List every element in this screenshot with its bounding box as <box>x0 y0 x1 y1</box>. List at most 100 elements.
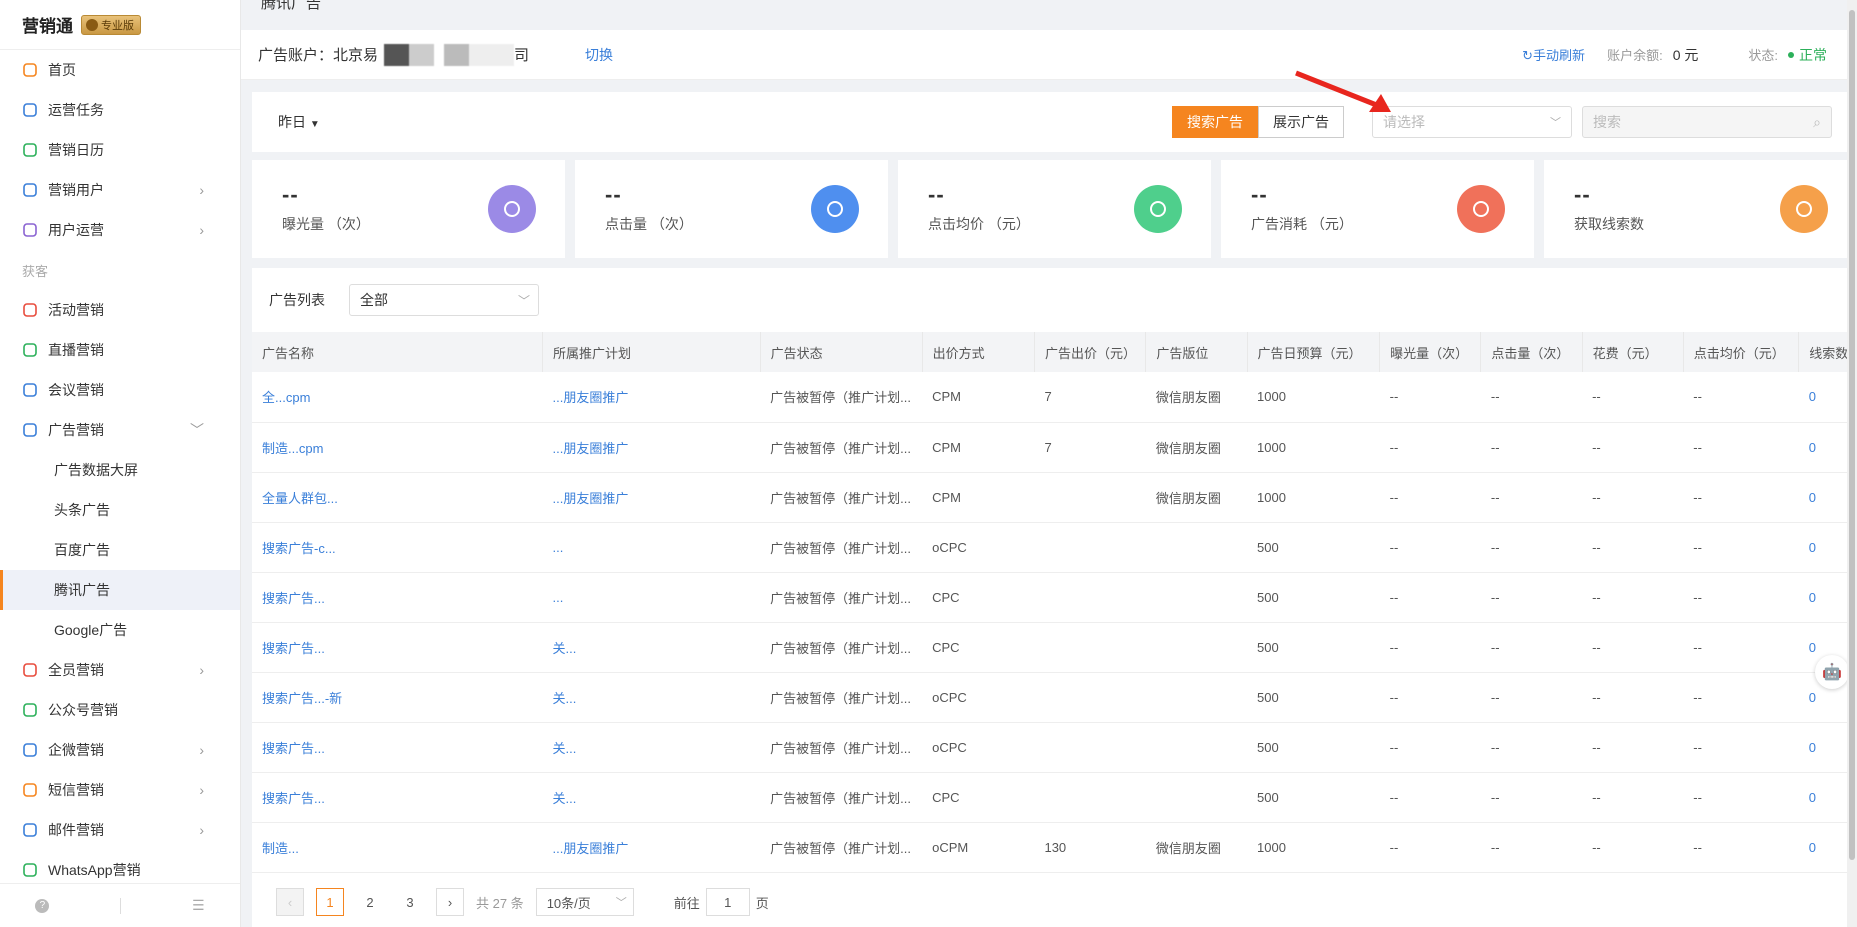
assistant-robot-icon[interactable]: 🤖 <box>1815 655 1849 689</box>
page-1[interactable]: 1 <box>316 888 344 916</box>
column-header: 广告版位 <box>1145 332 1248 372</box>
stats-row: -- 曝光量 （次） -- 点击量 （次） -- 点击均价 （元） -- 广告消耗 （元） --… <box>252 160 1857 258</box>
plan-link[interactable]: 关... <box>542 672 761 723</box>
sidebar-item[interactable]: 公众号营销 <box>0 690 240 730</box>
sidebar-subitem[interactable]: 百度广告 <box>0 530 240 570</box>
table-cell <box>1034 672 1146 723</box>
page-unit-label: 页 <box>755 895 769 911</box>
sidebar-item[interactable]: 全员营销 › <box>0 650 240 690</box>
sidebar-subitem[interactable]: 广告数据大屏 <box>0 450 240 490</box>
table-cell: -- <box>1379 422 1481 473</box>
ad-name-link[interactable]: 搜索广告... <box>252 772 543 823</box>
click-icon <box>811 185 859 233</box>
status-value: 正常 <box>1799 46 1827 63</box>
page-3[interactable]: 3 <box>396 888 424 916</box>
table-cell: -- <box>1480 772 1583 823</box>
ad-name-link[interactable]: 搜索广告... <box>252 572 543 623</box>
sidebar-item[interactable]: 直播营销 <box>0 330 240 370</box>
wecom-icon <box>22 742 38 758</box>
table-cell: -- <box>1683 372 1799 423</box>
sidebar-item-label: 营销用户 <box>48 182 104 198</box>
plan-link[interactable]: ...朋友圈推广 <box>542 822 761 873</box>
page-2[interactable]: 2 <box>356 888 384 916</box>
live-icon <box>22 342 38 358</box>
scrollbar-thumb[interactable] <box>1849 10 1855 860</box>
sidebar-nav: 首页 运营任务 营销日历 营销用户 › 用户运营 › 获客 活动营销 直播营销 会议营销 广告营销 ﹀ 广… <box>0 50 240 890</box>
brand: 营销通 专业版 <box>0 0 240 50</box>
plan-link[interactable]: ...朋友圈推广 <box>542 472 761 523</box>
stat-card: -- 点击量 （次） <box>575 160 888 258</box>
next-page-button[interactable]: › <box>436 888 464 916</box>
sidebar-item[interactable]: 广告营销 ﹀ <box>0 410 240 450</box>
goto-page-input[interactable]: 1 <box>705 888 750 916</box>
ad-name-link[interactable]: 搜索广告-c... <box>252 522 543 573</box>
plan-link[interactable]: ...朋友圈推广 <box>542 372 761 423</box>
table-cell <box>1034 472 1146 523</box>
plan-link[interactable]: ... <box>542 572 761 623</box>
table-row: 搜索广告... 关... 广告被暂停（推广计划... oCPC 500 -- -- -- -- 0 <box>252 722 1857 773</box>
sidebar-item-label: 邮件营销 <box>48 822 104 838</box>
plan-select[interactable]: 请选择 ﹀ <box>1372 106 1572 138</box>
plan-link[interactable]: ...朋友圈推广 <box>542 422 761 473</box>
page-scrollbar[interactable] <box>1847 0 1857 927</box>
sidebar-item[interactable]: 首页 <box>0 50 240 90</box>
calendar-icon <box>22 142 38 158</box>
sidebar-subitem[interactable]: 头条广告 <box>0 490 240 530</box>
tab-search-ads[interactable]: 搜索广告 <box>1172 106 1258 138</box>
plan-link[interactable]: 关... <box>542 722 761 773</box>
sidebar-item[interactable]: 用户运营 › <box>0 210 240 250</box>
sidebar-item[interactable]: 运营任务 <box>0 90 240 130</box>
help-icon[interactable]: ? <box>35 898 50 913</box>
ad-name-link[interactable]: 搜索广告... <box>252 622 543 673</box>
prev-page-button[interactable]: ‹ <box>276 888 304 916</box>
table-cell: -- <box>1683 572 1799 623</box>
page-size-select[interactable]: 10条/页 ﹀ <box>535 888 634 916</box>
table-cell: -- <box>1582 672 1684 723</box>
table-cell: CPC <box>922 772 1035 823</box>
ad-name-link[interactable]: 搜索广告... <box>252 722 543 773</box>
table-cell: CPM <box>922 372 1035 423</box>
table-row: 搜索广告...... 广告被暂停（推广计划... CPC 500 -- -- -- -- 0 <box>252 572 1857 623</box>
table-row: 全...cpm ...朋友圈推广 广告被暂停（推广计划... CPM 7 微信朋友圈 100… <box>252 372 1857 423</box>
date-dropdown[interactable]: 昨日 ▼ <box>278 112 320 132</box>
plan-link[interactable]: ... <box>542 522 761 573</box>
main-area: 腾讯广告 广告账户：北京易 司 切换 ↻手动刷新 账户余额: 0 元 状态: 正… <box>241 0 1857 927</box>
table-cell: 微信朋友圈 <box>1145 472 1248 523</box>
ad-list-title: 广告列表 <box>269 292 325 308</box>
ad-name-link[interactable]: 制造... <box>252 822 543 873</box>
sidebar-subitem[interactable]: 腾讯广告 <box>0 570 240 610</box>
ad-name-link[interactable]: 搜索广告...-新 <box>252 672 543 723</box>
search-input[interactable]: 搜索 ⌕ <box>1582 106 1832 138</box>
chevron-right-icon: › <box>199 222 204 238</box>
plan-link[interactable]: 关... <box>542 622 761 673</box>
ad-list-filter[interactable]: 全部 ﹀ <box>349 284 539 316</box>
table-cell: -- <box>1480 522 1583 573</box>
sidebar-item[interactable]: 营销日历 <box>0 130 240 170</box>
column-header: 广告出价（元） <box>1034 332 1147 372</box>
manual-refresh-button[interactable]: ↻手动刷新 <box>1522 45 1585 64</box>
sidebar-item[interactable]: 短信营销 › <box>0 770 240 810</box>
ad-list-header: 广告列表 全部 ﹀ <box>252 268 1857 332</box>
table-cell: 广告被暂停（推广计划... <box>760 472 923 523</box>
ad-name-link[interactable]: 制造...cpm <box>252 422 543 473</box>
sidebar-item[interactable]: 会议营销 <box>0 370 240 410</box>
plan-link[interactable]: 关... <box>542 772 761 823</box>
sidebar-item[interactable]: 邮件营销 › <box>0 810 240 850</box>
switch-account-link[interactable]: 切换 <box>585 45 613 65</box>
goto-label: 前往 <box>673 895 700 911</box>
sidebar-item[interactable]: 企微营销 › <box>0 730 240 770</box>
sidebar-item[interactable]: 活动营销 <box>0 290 240 330</box>
ad-name-link[interactable]: 全...cpm <box>252 372 543 423</box>
table-cell: -- <box>1582 372 1684 423</box>
table-cell: CPC <box>922 622 1035 673</box>
sidebar-item[interactable]: 营销用户 › <box>0 170 240 210</box>
collapse-menu-icon[interactable]: ☰ <box>192 897 205 914</box>
table-row: 搜索广告...-新 关... 广告被暂停（推广计划... oCPC 500 -- -- -- -… <box>252 672 1857 723</box>
user-ops-icon <box>22 222 38 238</box>
ad-name-link[interactable]: 全量人群包... <box>252 472 543 523</box>
ad-list-filter-value: 全部 <box>360 292 388 308</box>
sidebar-subitem[interactable]: Google广告 <box>0 610 240 650</box>
table-cell: -- <box>1582 772 1684 823</box>
chevron-right-icon: › <box>199 822 204 838</box>
sidebar-item-label: 短信营销 <box>48 782 104 798</box>
